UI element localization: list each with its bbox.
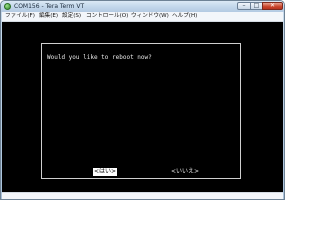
tera-term-window: COM156 - Tera Term VT – □ ✕ ファイル(F) 編集(E… [0,0,285,200]
minimize-icon: – [242,2,246,9]
menu-edit[interactable]: 編集(E) [39,12,58,21]
window-bottom-frame [2,192,283,199]
menu-file[interactable]: ファイル(F) [5,12,35,21]
minimize-button[interactable]: – [237,2,251,10]
close-icon: ✕ [269,2,276,9]
terminal-screen[interactable]: Would you like to reboot now? <はい> <いいえ> [2,22,283,192]
window-title: COM156 - Tera Term VT [14,3,85,10]
menu-help[interactable]: ヘルプ(H) [172,12,197,21]
no-button[interactable]: <いいえ> [170,168,200,176]
menu-window[interactable]: ウィンドウ(W) [131,12,169,21]
menu-setup[interactable]: 設定(S) [62,12,81,21]
yes-button[interactable]: <はい> [93,168,118,176]
tera-term-icon[interactable] [4,3,11,10]
title-bar[interactable]: COM156 - Tera Term VT – □ ✕ [1,1,284,12]
reboot-dialog: Would you like to reboot now? <はい> <いいえ> [41,43,241,179]
menu-bar: ファイル(F) 編集(E) 設定(S) コントロール(O) ウィンドウ(W) ヘ… [2,12,283,22]
reboot-prompt: Would you like to reboot now? [47,54,152,61]
close-button[interactable]: ✕ [262,2,283,10]
menu-control[interactable]: コントロール(O) [86,12,128,21]
maximize-icon: □ [253,2,260,9]
